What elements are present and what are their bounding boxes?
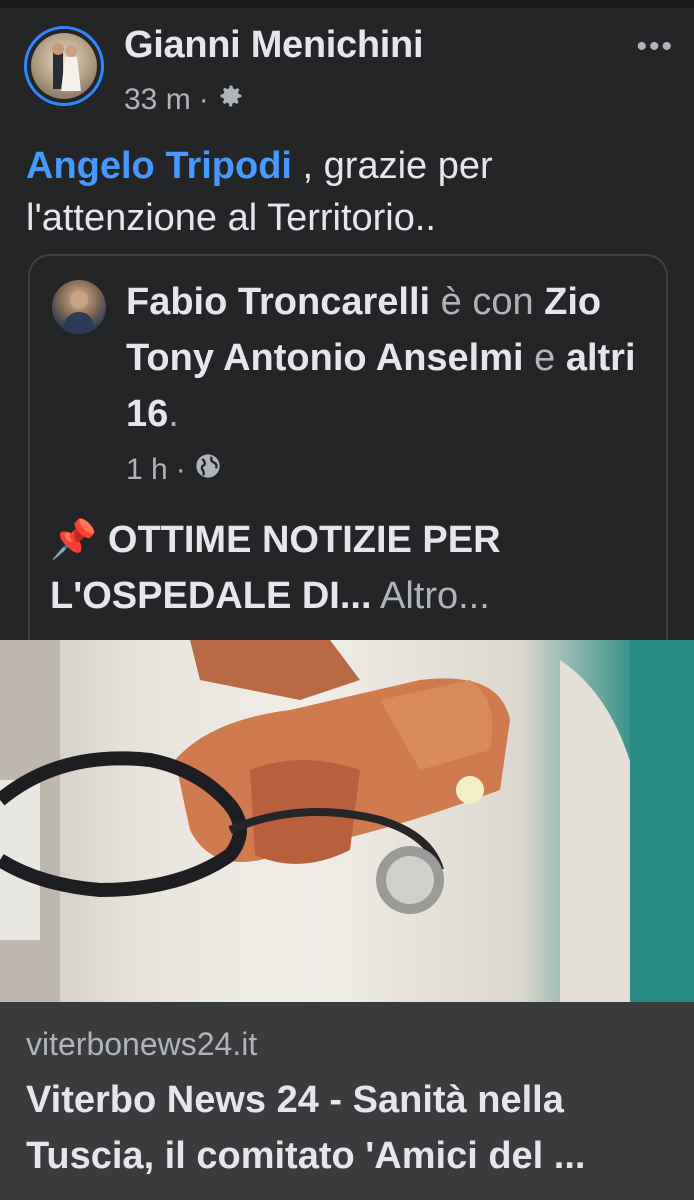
globe-icon <box>194 452 222 488</box>
post-author-name[interactable]: Gianni Menichini <box>124 24 424 67</box>
and-word: e <box>523 337 566 379</box>
shared-post-time[interactable]: 1 h <box>126 453 168 487</box>
shared-post-meta: 1 h · <box>126 452 222 488</box>
with-word: è con <box>430 281 545 323</box>
top-divider <box>0 0 694 8</box>
author-avatar[interactable] <box>24 26 104 106</box>
meta-separator: · <box>198 83 209 116</box>
shared-author-name[interactable]: Fabio Troncarelli <box>126 281 430 323</box>
link-title[interactable]: Viterbo News 24 - Sanità nella Tuscia, i… <box>26 1072 676 1184</box>
avatar-photo <box>31 33 97 99</box>
shared-post-card[interactable]: Fabio Troncarelli è con Zio Tony Antonio… <box>28 254 668 640</box>
header-period: . <box>168 393 179 435</box>
more-options-icon[interactable]: ••• <box>636 30 674 64</box>
shared-meta-separator: · <box>175 453 186 486</box>
post-meta: 33 m · <box>124 82 245 118</box>
post-text: Angelo Tripodi , grazie per l'attenzione… <box>26 140 666 244</box>
shared-post-header: Fabio Troncarelli è con Zio Tony Antonio… <box>126 274 646 442</box>
link-preview-image[interactable] <box>0 640 694 1002</box>
gear-icon <box>217 82 245 118</box>
post-time[interactable]: 33 m <box>124 83 191 117</box>
see-more-link[interactable]: Altro... <box>372 575 490 617</box>
shared-post-body: 📌 OTTIME NOTIZIE PER L'OSPEDALE DI... Al… <box>50 512 650 624</box>
mention-link[interactable]: Angelo Tripodi <box>26 145 292 187</box>
link-domain[interactable]: viterbonews24.it <box>26 1026 257 1063</box>
shared-author-avatar[interactable] <box>52 280 106 334</box>
pushpin-icon: 📌 <box>50 519 98 561</box>
